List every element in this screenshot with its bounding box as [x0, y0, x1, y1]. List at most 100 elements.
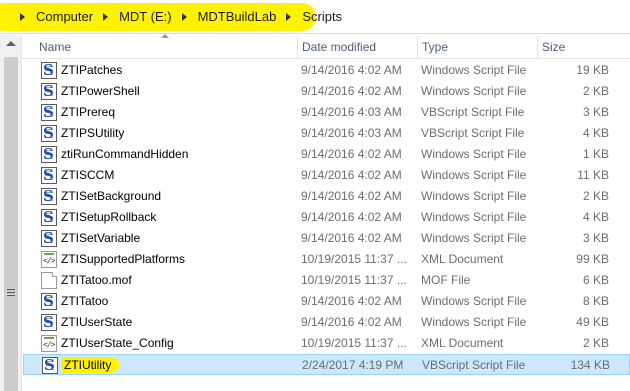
script-file-icon: S: [41, 167, 57, 184]
file-size: 134 KB: [570, 358, 610, 372]
file-size: 2 KB: [582, 189, 609, 203]
script-file-icon: S: [41, 314, 57, 331]
script-file-icon: S: [41, 125, 57, 142]
scroll-up-arrow-icon[interactable]: [6, 41, 16, 46]
breadcrumb-computer[interactable]: Computer: [34, 9, 95, 24]
xml-file-icon: </>: [41, 251, 57, 268]
breadcrumb: Computer MDT (E:) MDTBuildLab Scripts: [12, 9, 344, 24]
file-type: Windows Script File: [421, 84, 527, 98]
file-name: ZTIPatches: [61, 63, 123, 77]
table-row[interactable]: S ZTISetupRollback 9/14/2016 4:02 AM Window…: [23, 207, 630, 228]
file-date-modified: 9/14/2016 4:02 AM: [301, 84, 402, 98]
script-file-icon: S: [41, 188, 57, 205]
grip-icon: [7, 289, 15, 296]
file-type: Windows Script File: [421, 63, 527, 77]
file-name: ZTISetBackground: [61, 189, 162, 203]
table-row[interactable]: S ZTISetBackground 9/14/2016 4:02 AM Window…: [23, 186, 630, 207]
column-type[interactable]: Type: [418, 35, 538, 59]
table-row[interactable]: S ZTIPrereq 9/14/2016 4:03 AM VBScript Scri…: [23, 102, 630, 123]
file-name: ZTISetVariable: [61, 231, 141, 245]
script-file-icon: S: [41, 293, 57, 310]
file-type: XML Document: [421, 336, 504, 350]
file-type: Windows Script File: [421, 147, 527, 161]
table-row[interactable]: </> ZTISupportedPlatforms 10/19/2015 11:37…: [23, 249, 630, 270]
file-name: ZTITatoo.mof: [61, 273, 132, 287]
table-row[interactable]: </> ZTIUserState_Config 10/19/2015 11:37 .…: [23, 333, 630, 354]
file-date-modified: 9/14/2016 4:02 AM: [301, 63, 402, 77]
scrollbar-thumb[interactable]: [4, 57, 18, 391]
file-name: ZTIPSUtility: [61, 126, 125, 140]
file-name: ZTIPowerShell: [61, 84, 140, 98]
file-type: VBScript Script File: [421, 105, 525, 119]
table-row[interactable]: S ZTISCCM 9/14/2016 4:02 AM Windows Script …: [23, 165, 630, 186]
file-date-modified: 9/14/2016 4:02 AM: [301, 168, 402, 182]
chevron-right-icon[interactable]: [20, 12, 25, 21]
file-name: ZTIUserState_Config: [61, 336, 174, 350]
file-date-modified: 10/19/2015 11:37 ...: [301, 252, 407, 266]
chevron-right-icon[interactable]: [103, 12, 109, 21]
table-row-selected[interactable]: S ZTIUtility 2/24/2017 4:19 PM VBScript Scr…: [23, 354, 630, 375]
chevron-right-icon[interactable]: [286, 12, 292, 21]
file-size: 8 KB: [582, 294, 609, 308]
file-size: 4 KB: [582, 126, 609, 140]
breadcrumb-mdtbuildlab[interactable]: MDTBuildLab: [196, 9, 279, 24]
file-size: 3 KB: [582, 105, 609, 119]
table-row[interactable]: ZTITatoo.mof 10/19/2015 11:37 ... MOF File…: [23, 270, 630, 291]
file-date-modified: 9/14/2016 4:03 AM: [301, 105, 402, 119]
file-type: Windows Script File: [421, 315, 527, 329]
address-bar[interactable]: Computer MDT (E:) MDTBuildLab Scripts: [0, 0, 630, 34]
file-date-modified: 9/14/2016 4:02 AM: [301, 147, 402, 161]
file-type: Windows Script File: [421, 210, 527, 224]
table-row[interactable]: S ZTIUserState 9/14/2016 4:02 AM Windows Sc…: [23, 312, 630, 333]
file-date-modified: 2/24/2017 4:19 PM: [302, 358, 404, 372]
breadcrumb-mdt-drive[interactable]: MDT (E:): [117, 9, 173, 24]
file-date-modified: 9/14/2016 4:02 AM: [301, 189, 402, 203]
file-date-modified: 9/14/2016 4:02 AM: [301, 294, 402, 308]
table-row[interactable]: SztiRunCommandHidden 9/14/2016 4:02 AM Win…: [23, 144, 630, 165]
file-type: VBScript Script File: [421, 126, 525, 140]
table-row[interactable]: S ZTISetVariable 9/14/2016 4:02 AM Windows …: [23, 228, 630, 249]
file-size: 2 KB: [582, 84, 609, 98]
column-name[interactable]: Name: [35, 35, 298, 59]
breadcrumb-scripts[interactable]: Scripts: [300, 9, 344, 24]
file-date-modified: 9/14/2016 4:02 AM: [301, 315, 402, 329]
file-type: Windows Script File: [421, 231, 527, 245]
file-name: ztiRunCommandHidden: [61, 147, 189, 161]
file-date-modified: 9/14/2016 4:02 AM: [301, 231, 402, 245]
column-date-modified[interactable]: Date modified: [298, 35, 418, 59]
file-size: 19 KB: [576, 63, 609, 77]
file-name: ZTISetupRollback: [61, 210, 157, 224]
file-name: ZTIUtility: [62, 355, 297, 376]
navigation-scrollbar[interactable]: [0, 35, 22, 391]
file-size: 99 KB: [576, 252, 609, 266]
file-name: ZTIUserState: [61, 315, 133, 329]
table-row[interactable]: S ZTITatoo 9/14/2016 4:02 AM Windows Script…: [23, 291, 630, 312]
file-list: SZTIOSRoleFS9/14/2016 4:02 AMWindows Pow…: [23, 49, 630, 391]
file-type: XML Document: [421, 252, 504, 266]
file-date-modified: 10/19/2015 11:37 ...: [301, 273, 407, 287]
file-size: 2 KB: [582, 336, 609, 350]
script-file-icon: S: [41, 209, 57, 226]
file-name: ZTISupportedPlatforms: [61, 252, 186, 266]
file-type: MOF File: [421, 273, 471, 287]
script-file-icon: S: [41, 62, 57, 79]
chevron-right-icon[interactable]: [181, 12, 187, 21]
script-file-icon: S: [42, 357, 58, 374]
file-type: Windows Script File: [421, 168, 527, 182]
file-icon: [41, 272, 57, 289]
xml-file-icon: </>: [41, 335, 57, 352]
table-row[interactable]: S ZTIPowerShell 9/14/2016 4:02 AM Windows S…: [23, 81, 630, 102]
file-type: VBScript Script File: [422, 358, 526, 372]
file-size: 4 KB: [582, 210, 609, 224]
file-name-highlight: ZTIUtility: [62, 357, 120, 373]
file-size: 1 KB: [582, 147, 609, 161]
script-file-icon: S: [41, 104, 57, 121]
file-name: ZTIPrereq: [61, 105, 116, 119]
file-name: ZTISCCM: [61, 168, 115, 182]
script-file-icon: S: [41, 83, 57, 100]
column-header: Name Date modified Type Size: [23, 34, 630, 59]
table-row[interactable]: S ZTIPatches 9/14/2016 4:02 AM Windows Scri…: [23, 60, 630, 81]
file-date-modified: 9/14/2016 4:02 AM: [301, 210, 402, 224]
table-row[interactable]: S ZTIPSUtility 9/14/2016 4:03 AM VBScript S…: [23, 123, 630, 144]
column-size[interactable]: Size: [538, 35, 630, 59]
